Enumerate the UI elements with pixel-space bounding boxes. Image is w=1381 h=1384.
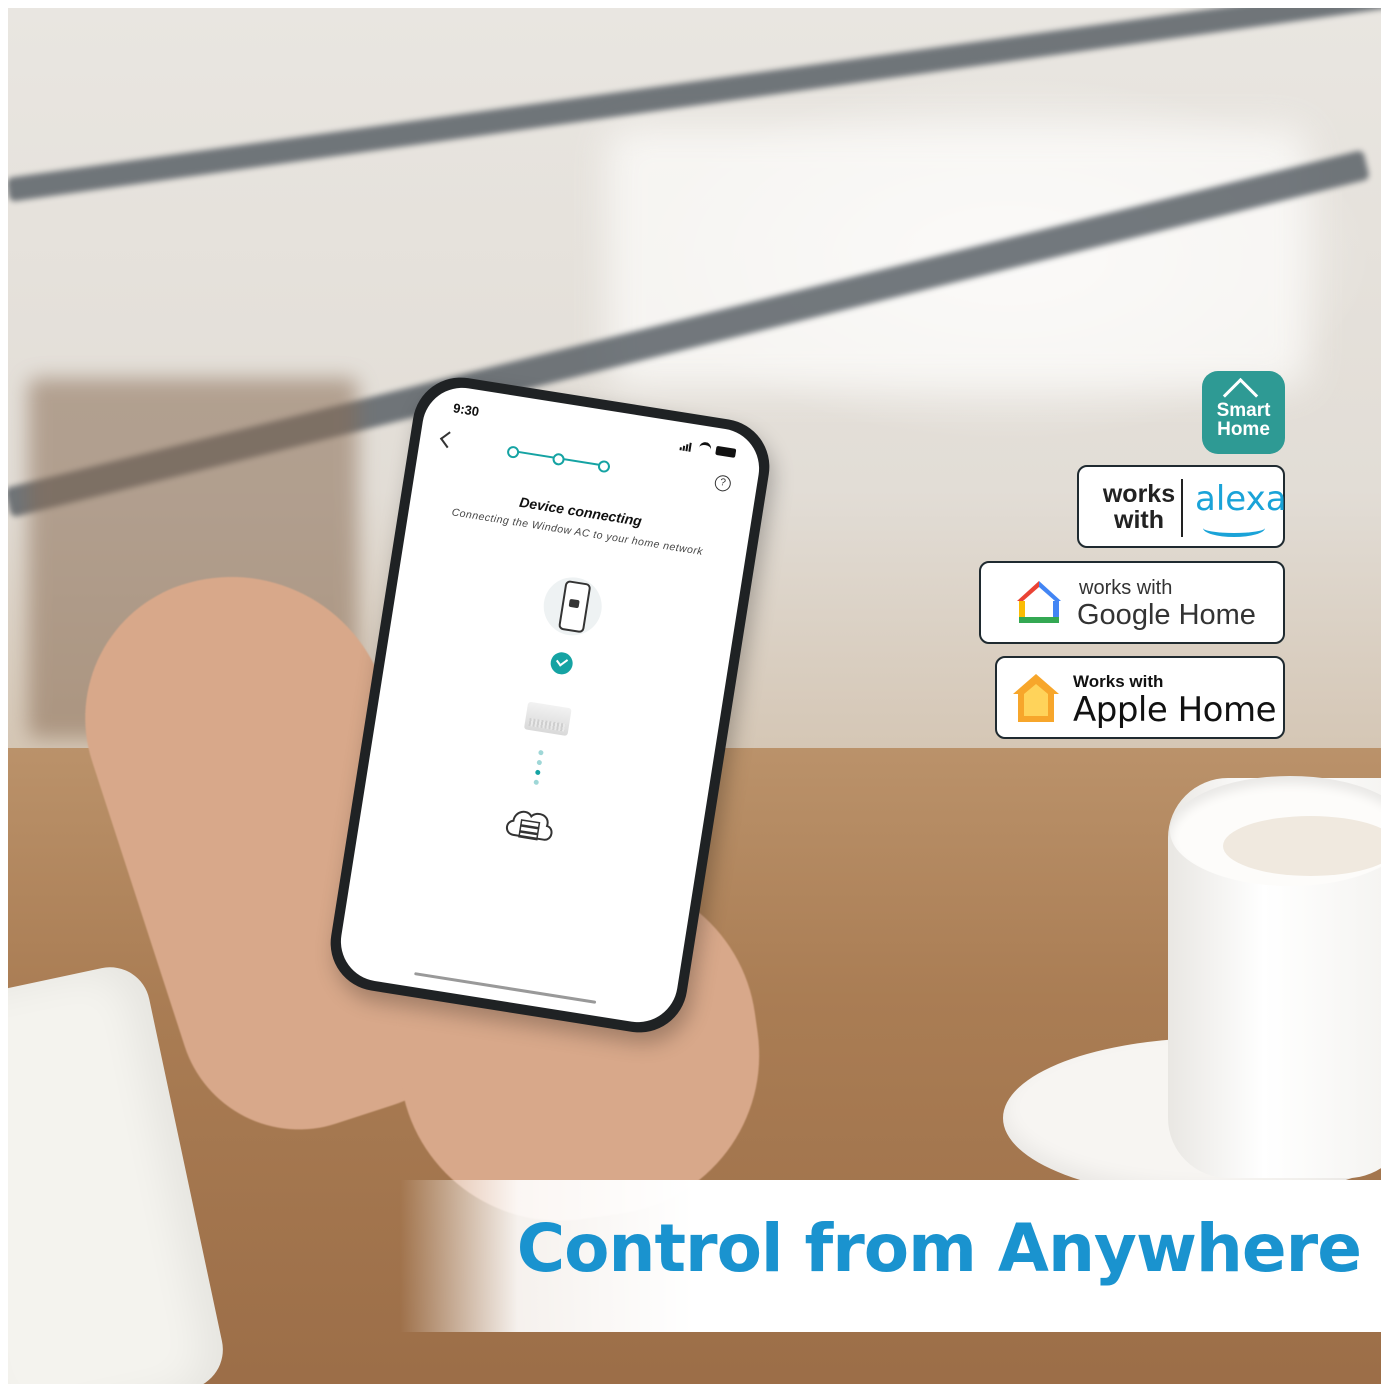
alexa-logo-text: alexa — [1195, 479, 1287, 519]
phone-icon — [539, 573, 606, 640]
signal-icon — [679, 440, 695, 452]
alexa-with-label: with — [1114, 506, 1164, 534]
stepper-dot — [551, 452, 566, 467]
smart-home-text: Smart Home — [1202, 401, 1285, 439]
check-icon — [549, 650, 575, 676]
apple-home-brand: Apple Home — [1073, 690, 1277, 730]
alexa-works-label: works — [1102, 480, 1176, 508]
stepper-dot — [506, 445, 520, 459]
wifi-icon — [698, 441, 712, 456]
alexa-smile-icon — [1203, 519, 1265, 537]
apple-home-icon — [1013, 674, 1059, 722]
headline: Control from Anywhere — [516, 1210, 1362, 1287]
apple-works-with: Works with — [1073, 672, 1164, 691]
alexa-divider — [1181, 479, 1183, 537]
progress-stepper — [506, 445, 611, 474]
mini-phone-shape — [557, 579, 592, 634]
stepper-dot — [597, 459, 611, 474]
battery-icon — [715, 445, 737, 458]
google-works-with: works with — [1079, 577, 1173, 599]
smart-home-badge: Smart Home — [1202, 371, 1285, 454]
back-chevron-icon[interactable] — [439, 431, 457, 449]
google-home-brand: Google Home — [1077, 599, 1256, 631]
cloud-server-icon — [505, 810, 553, 841]
status-icons — [679, 438, 737, 460]
help-icon[interactable]: ? — [713, 474, 732, 493]
works-with-google-home-badge: works with Google Home — [979, 561, 1285, 644]
status-time: 9:30 — [452, 400, 481, 420]
google-home-icon — [1017, 581, 1061, 623]
connecting-dots — [533, 749, 545, 790]
works-with-apple-home-badge: Works with Apple Home — [995, 656, 1285, 739]
smart-home-line1: Smart — [1216, 400, 1271, 421]
smart-home-line2: Home — [1217, 419, 1270, 440]
alexa-works-with: works with — [1091, 481, 1187, 533]
air-conditioner-icon — [523, 701, 572, 737]
works-with-alexa-badge: works with alexa — [1077, 465, 1287, 548]
home-indicator — [414, 972, 597, 1004]
